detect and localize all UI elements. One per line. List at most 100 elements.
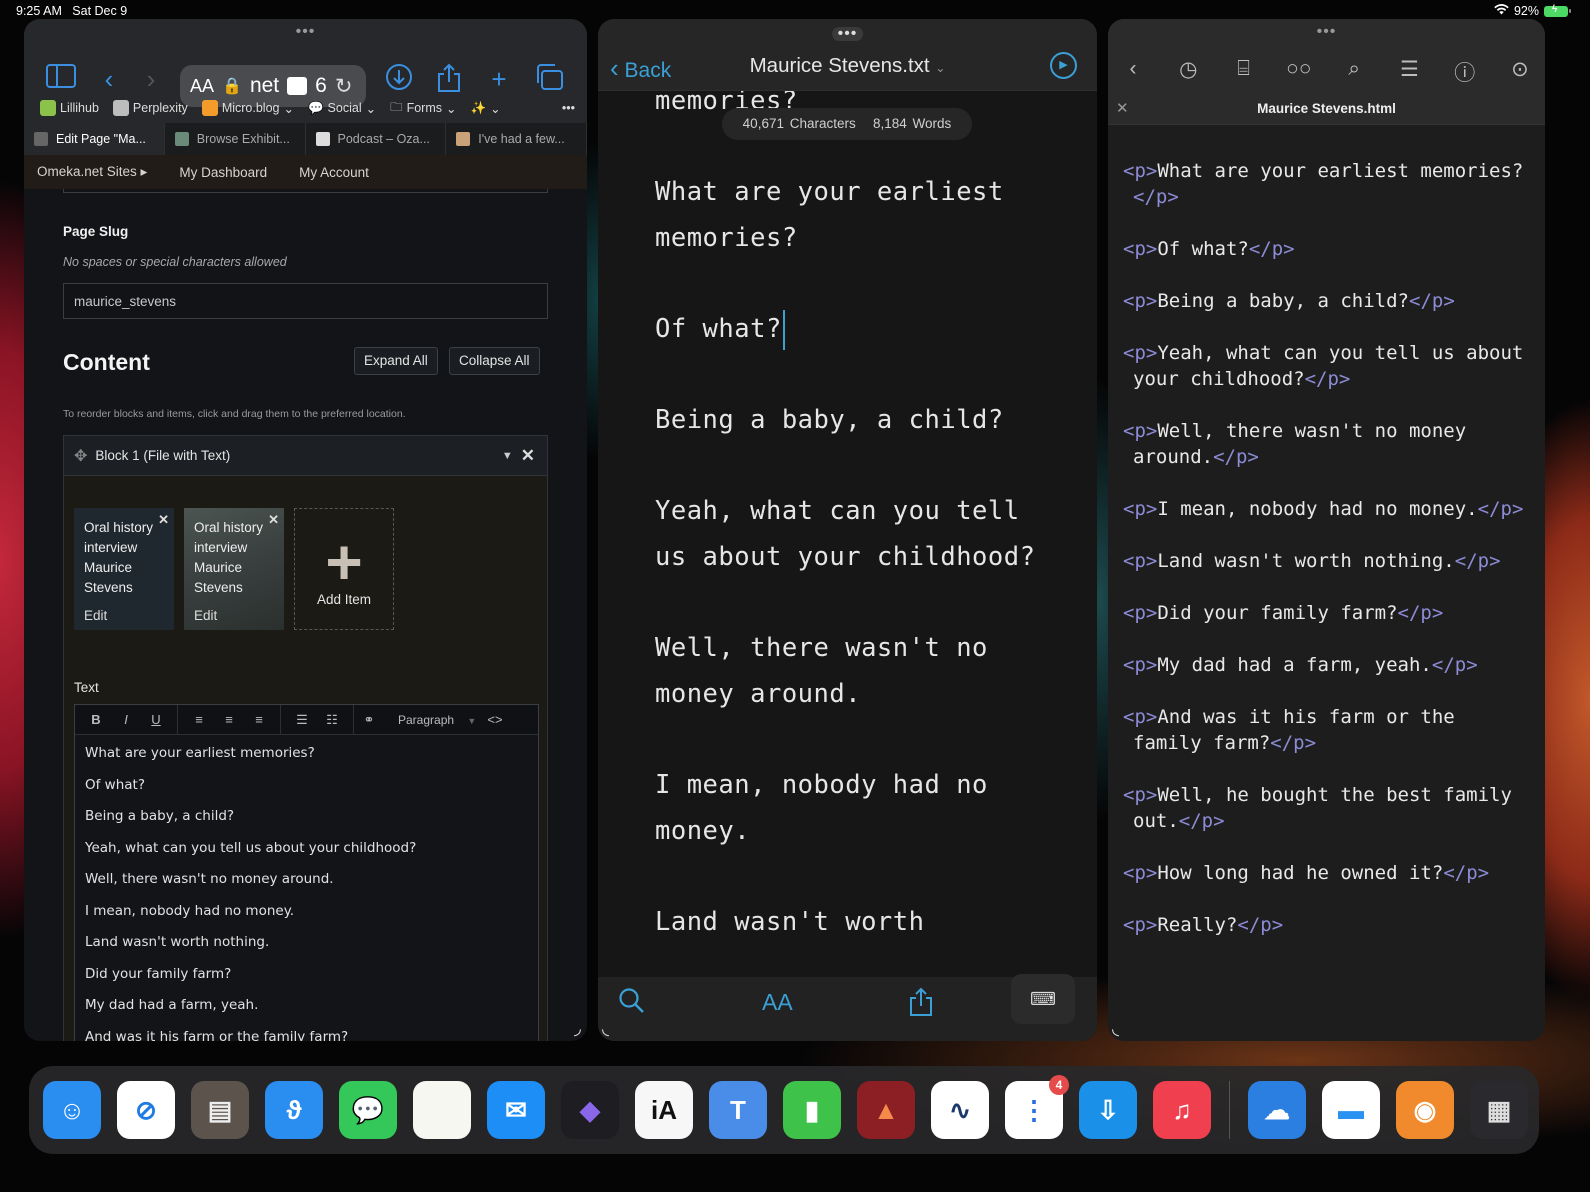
code-line[interactable]: <p>My dad had a farm, yeah.</p> — [1123, 652, 1533, 678]
dock-app-messages[interactable]: 💬 — [339, 1081, 397, 1139]
resize-handle-icon[interactable]: ◟ — [1112, 1018, 1119, 1039]
item-card[interactable]: ✕ Oral history interview Maurice Stevens… — [184, 508, 284, 630]
dock-app-notes[interactable] — [413, 1081, 471, 1139]
editor-paragraph[interactable]: Well, there wasn't no money around. — [85, 869, 528, 901]
page-slug-input[interactable] — [63, 283, 548, 319]
download-icon[interactable] — [382, 63, 416, 98]
dock-app-app-library[interactable]: ▦ — [1470, 1081, 1528, 1139]
tab-ive-had-a-few[interactable]: I've had a few... — [446, 123, 587, 155]
close-tab-icon[interactable] — [34, 132, 48, 146]
dock-app-news-reader[interactable]: ▤ — [191, 1081, 249, 1139]
remove-item-icon[interactable]: ✕ — [268, 510, 279, 530]
code-line[interactable]: <p>Well, there wasn't no money around.</… — [1123, 418, 1533, 470]
code-line[interactable]: <p>How long had he owned it?</p> — [1123, 860, 1533, 886]
new-tab-icon[interactable]: + — [482, 63, 516, 95]
dock-app-mail[interactable]: ✉ — [487, 1081, 545, 1139]
bold-button[interactable]: B — [81, 712, 111, 727]
sidebar-icon[interactable] — [44, 63, 78, 95]
writer-editor[interactable]: memories? What are your earliest memories… — [598, 91, 1097, 977]
editor-paragraph[interactable]: Did your family farm? — [85, 964, 528, 996]
multitasking-handle[interactable]: ••• — [831, 26, 864, 42]
writer-paragraph[interactable]: What are your earliest memories? — [655, 170, 1055, 261]
align-center-icon[interactable]: ≡ — [214, 712, 244, 727]
font-settings-button[interactable]: AA — [762, 989, 793, 1016]
collapse-block-icon[interactable]: ▼ — [502, 450, 513, 462]
editor-content[interactable]: What are your earliest memories? Of what?… — [75, 735, 538, 1041]
item-edit-link[interactable]: Edit — [194, 606, 217, 626]
nav-my-dashboard[interactable]: My Dashboard — [179, 165, 267, 180]
url-text[interactable]: net — [250, 74, 279, 98]
terminal-icon[interactable]: ⌸ — [1229, 57, 1259, 87]
bookmark-folder-social[interactable]: 💬 Social ⌄ — [308, 101, 376, 116]
add-item-button[interactable]: + Add Item — [294, 508, 394, 630]
editor-paragraph[interactable]: Yeah, what can you tell us about your ch… — [85, 838, 528, 870]
tab-browse-exhibits[interactable]: Browse Exhibit... — [164, 123, 306, 155]
back-icon[interactable]: ‹ — [92, 63, 126, 95]
align-left-icon[interactable]: ≡ — [184, 712, 214, 727]
search-icon[interactable]: ⌕ — [1339, 57, 1369, 87]
item-card[interactable]: ✕ Oral history interview Maurice Stevens… — [74, 508, 174, 630]
dock-app-obsidian[interactable]: ◆ — [561, 1081, 619, 1139]
format-select[interactable]: Paragraph ▼ — [384, 713, 480, 727]
editor-paragraph[interactable]: Of what? — [85, 775, 528, 807]
item-edit-link[interactable]: Edit — [84, 606, 107, 626]
more-icon[interactable]: ⊙ — [1505, 57, 1535, 87]
code-line[interactable]: <p>Well, he bought the best family out.<… — [1123, 782, 1533, 834]
dock-app-finder[interactable]: ☺ — [43, 1081, 101, 1139]
reload-icon[interactable]: ↻ — [335, 74, 353, 99]
extension-icon[interactable] — [287, 77, 308, 95]
writer-text[interactable]: memories? What are your earliest memories… — [655, 91, 1055, 977]
keyboard-icon[interactable]: ⌨ — [1011, 974, 1075, 1024]
dock-app-files[interactable]: ▬ — [1322, 1081, 1380, 1139]
dock-app-textastic[interactable]: T — [709, 1081, 767, 1139]
dock-app-freeform[interactable]: ∿ — [931, 1081, 989, 1139]
italic-button[interactable]: I — [111, 712, 141, 727]
bullet-list-icon[interactable]: ☰ — [287, 712, 317, 728]
writer-paragraph[interactable]: Well, there wasn't no money around. — [655, 626, 1055, 717]
code-line[interactable]: <p>Yeah, what can you tell us about your… — [1123, 340, 1533, 392]
dock-app-music[interactable]: ♫ — [1153, 1081, 1211, 1139]
editor-paragraph[interactable]: What are your earliest memories? — [85, 743, 528, 775]
share-icon[interactable] — [432, 63, 466, 100]
document-title[interactable]: Maurice Stevens.txt ⌄ — [598, 54, 1097, 78]
share-icon[interactable] — [908, 987, 934, 1023]
code-text[interactable]: <p>What are your earliest memories?</p> <… — [1123, 158, 1533, 964]
bookmark-lillihub[interactable]: Lillihub — [40, 100, 99, 116]
forward-icon[interactable]: › — [134, 63, 168, 95]
editor-paragraph[interactable]: And was it his farm or the family farm? — [85, 1027, 528, 1042]
writer-paragraph[interactable]: Land wasn't worth — [655, 900, 1055, 946]
dock-app-ia-writer[interactable]: iA — [635, 1081, 693, 1139]
code-line[interactable]: <p>I mean, nobody had no money.</p> — [1123, 496, 1533, 522]
tabs-overview-icon[interactable] — [532, 63, 566, 98]
code-line[interactable]: <p>What are your earliest memories? </p> — [1123, 158, 1533, 210]
tab-podcast[interactable]: Podcast – Oza... — [305, 123, 447, 155]
nav-my-account[interactable]: My Account — [299, 165, 369, 180]
collapse-all-button[interactable]: Collapse All — [449, 347, 540, 375]
writer-paragraph[interactable]: I mean, nobody had no money. — [655, 763, 1055, 854]
drag-handle-icon[interactable]: ✥ — [74, 446, 87, 466]
dock-app-overcast[interactable]: ◉ — [1396, 1081, 1454, 1139]
preview-icon[interactable]: ○○ — [1284, 57, 1314, 87]
dock-app-weather[interactable]: ☁ — [1248, 1081, 1306, 1139]
dock-app-reminders[interactable]: ⋮ 4 — [1005, 1075, 1069, 1139]
expand-all-button[interactable]: Expand All — [354, 347, 438, 375]
code-line[interactable]: <p>Really?</p> — [1123, 912, 1533, 938]
back-icon[interactable]: ‹ — [1118, 57, 1148, 87]
code-line[interactable]: <p>Did your family farm?</p> — [1123, 600, 1533, 626]
dock-app-affinity-publisher[interactable]: ▲ — [857, 1081, 915, 1139]
resize-handle-icon[interactable]: ◟ — [602, 1018, 609, 1039]
align-right-icon[interactable]: ≡ — [244, 712, 274, 727]
link-icon[interactable]: ⚭ — [354, 712, 384, 728]
writer-paragraph[interactable]: Of what? — [655, 307, 1055, 353]
dock-app-safari[interactable]: ⊘ — [117, 1081, 175, 1139]
source-code-button[interactable]: <> — [480, 712, 510, 727]
bookmark-folder-star[interactable]: ✨ ⌄ — [471, 101, 501, 116]
multitasking-handle[interactable]: ••• — [296, 24, 316, 40]
dock-app-mastodon-client[interactable]: ϑ — [265, 1081, 323, 1139]
tab-edit-page[interactable]: Edit Page "Ma... — [24, 123, 165, 155]
resize-handle-icon[interactable]: ◞ — [574, 1018, 581, 1039]
code-line[interactable]: <p>And was it his farm or the family far… — [1123, 704, 1533, 756]
code-line[interactable]: <p>Being a baby, a child?</p> — [1123, 288, 1533, 314]
editor-paragraph[interactable]: My dad had a farm, yeah. — [85, 995, 528, 1027]
numbered-list-icon[interactable]: ☷ — [317, 712, 347, 728]
